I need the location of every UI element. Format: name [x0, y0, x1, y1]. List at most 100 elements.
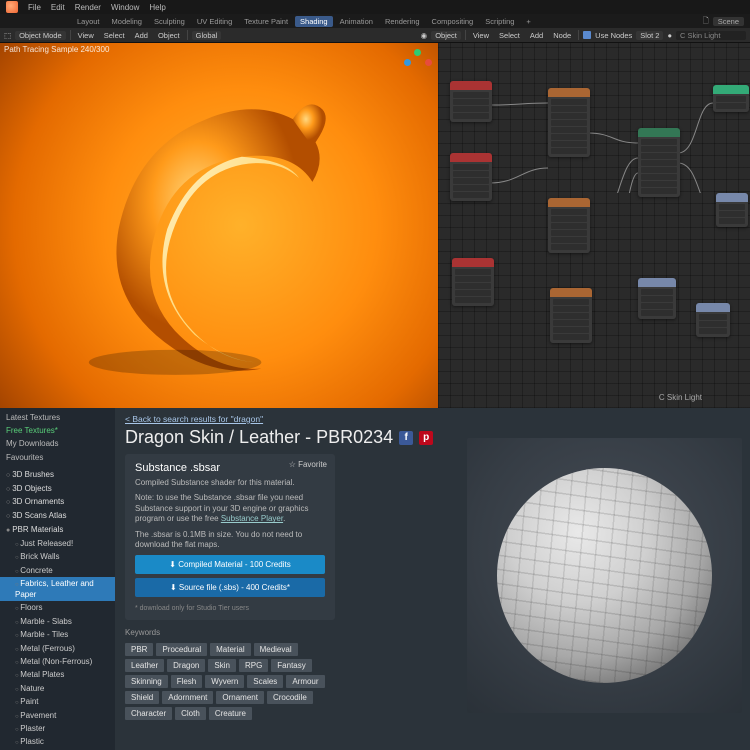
shader-node[interactable]: ​ — [550, 288, 592, 343]
tab-sculpting[interactable]: Sculpting — [149, 16, 190, 27]
scene-name[interactable]: Scene — [713, 17, 744, 26]
keyword-tag[interactable]: Dragon — [167, 659, 205, 672]
keyword-tag[interactable]: Wyvern — [205, 675, 244, 688]
download-source-button[interactable]: Source file (.sbs) - 400 Credits* — [135, 578, 325, 597]
keyword-tag[interactable]: Skinning — [125, 675, 168, 688]
vp-view[interactable]: View — [75, 31, 97, 40]
sidebar-top-item[interactable]: Latest Textures — [0, 411, 115, 424]
sidebar-cat-pbr[interactable]: PBR Materials — [0, 523, 115, 537]
vp-add[interactable]: Add — [132, 31, 151, 40]
favorite-button[interactable]: ☆ Favorite — [289, 460, 327, 469]
slot-dropdown[interactable]: Slot 2 — [636, 31, 663, 40]
tab-modeling[interactable]: Modeling — [107, 16, 147, 27]
back-link[interactable]: < Back to search results for "dragon" — [125, 414, 740, 424]
sidebar-top-item[interactable]: Free Textures* — [0, 424, 115, 437]
keyword-tag[interactable]: Creature — [209, 707, 252, 720]
sidebar-sub-item[interactable]: Plastic — [0, 735, 115, 748]
tab-uvediting[interactable]: UV Editing — [192, 16, 237, 27]
sidebar-top-item[interactable]: Favourites — [0, 451, 115, 464]
tab-shading[interactable]: Shading — [295, 16, 333, 27]
sidebar-cat[interactable]: 3D Scans Atlas — [0, 509, 115, 523]
keyword-tag[interactable]: Adornment — [162, 691, 213, 704]
keyword-tag[interactable]: Character — [125, 707, 172, 720]
use-nodes-checkbox[interactable] — [583, 31, 591, 39]
shader-node[interactable]: ​ — [452, 258, 494, 306]
sidebar-sub-item[interactable]: Metal (Ferrous) — [0, 642, 115, 655]
sidebar-cat[interactable]: 3D Ornaments — [0, 495, 115, 509]
sidebar-sub-item[interactable]: Nature — [0, 682, 115, 695]
tab-rendering[interactable]: Rendering — [380, 16, 425, 27]
node-object[interactable]: Object — [431, 31, 461, 40]
sidebar-cat[interactable]: 3D Brushes — [0, 468, 115, 482]
keyword-tag[interactable]: Skin — [208, 659, 236, 672]
keyword-tag[interactable]: Medieval — [254, 643, 298, 656]
ne-select[interactable]: Select — [496, 31, 523, 40]
keyword-tag[interactable]: Material — [210, 643, 250, 656]
editor-type-icon[interactable]: ⬚ — [4, 31, 11, 40]
sidebar-top-item[interactable]: My Downloads — [0, 437, 115, 450]
material-preview[interactable] — [467, 438, 742, 713]
keyword-tag[interactable]: Procedural — [156, 643, 207, 656]
sidebar-sub-item[interactable]: Pavement — [0, 709, 115, 722]
sidebar-cat[interactable]: 3D Objects — [0, 482, 115, 496]
viewport-3d[interactable]: Path Tracing Sample 240/300 — [0, 43, 438, 408]
ne-view[interactable]: View — [470, 31, 492, 40]
shader-node[interactable]: ​ — [638, 128, 680, 197]
shader-node[interactable]: ​ — [548, 88, 590, 157]
sidebar-sub-item[interactable]: Paint — [0, 695, 115, 708]
substance-player-link[interactable]: Substance Player — [221, 514, 283, 523]
tab-scripting[interactable]: Scripting — [480, 16, 519, 27]
menu-window[interactable]: Window — [111, 3, 139, 12]
ne-node[interactable]: Node — [550, 31, 574, 40]
sidebar-sub-item[interactable]: Brick Walls — [0, 550, 115, 563]
tab-add[interactable]: + — [521, 16, 535, 27]
vp-select[interactable]: Select — [101, 31, 128, 40]
keyword-tag[interactable]: Leather — [125, 659, 164, 672]
sidebar-sub-item[interactable]: Marble - Tiles — [0, 628, 115, 641]
sidebar-sub-item[interactable]: Concrete — [0, 564, 115, 577]
tab-animation[interactable]: Animation — [335, 16, 378, 27]
keyword-tag[interactable]: RPG — [239, 659, 268, 672]
keyword-tag[interactable]: Scales — [247, 675, 283, 688]
tab-layout[interactable]: Layout — [72, 16, 105, 27]
facebook-icon[interactable]: f — [399, 431, 413, 445]
sidebar-sub-item[interactable]: Plaster — [0, 722, 115, 735]
keyword-tag[interactable]: Fantasy — [271, 659, 311, 672]
shader-node[interactable]: ​ — [548, 198, 590, 253]
material-name[interactable]: C Skin Light — [676, 31, 746, 40]
menu-render[interactable]: Render — [75, 3, 101, 12]
keyword-tag[interactable]: Cloth — [175, 707, 206, 720]
shader-node[interactable]: ​ — [638, 278, 676, 319]
shader-node[interactable]: ​ — [716, 193, 748, 227]
download-compiled-button[interactable]: Compiled Material - 100 Credits — [135, 555, 325, 574]
pinterest-icon[interactable]: p — [419, 431, 433, 445]
shader-node[interactable]: ​ — [450, 81, 492, 122]
keyword-tag[interactable]: Crocodile — [267, 691, 313, 704]
node-editor[interactable]: ​ ​ ​ ​ ​ ​ ​ ​ ​ ​ ​ C Skin Light — [438, 43, 750, 408]
keyword-tag[interactable]: PBR — [125, 643, 153, 656]
keyword-tag[interactable]: Armour — [286, 675, 324, 688]
shader-node[interactable]: ​ — [713, 85, 749, 112]
shader-node[interactable]: ​ — [696, 303, 730, 337]
node-editor-icon[interactable]: ◉ — [421, 31, 428, 40]
sidebar-sub-item[interactable]: Just Released! — [0, 537, 115, 550]
axis-gizmo[interactable] — [404, 49, 432, 77]
sidebar-sub-item[interactable]: Metal (Non-Ferrous) — [0, 655, 115, 668]
keyword-tag[interactable]: Ornament — [216, 691, 264, 704]
mode-dropdown[interactable]: Object Mode — [15, 31, 66, 40]
sidebar-sub-item[interactable]: Fabrics, Leather and Paper — [0, 577, 115, 602]
tab-compositing[interactable]: Compositing — [427, 16, 479, 27]
sidebar-sub-item[interactable]: Floors — [0, 601, 115, 614]
vp-object[interactable]: Object — [155, 31, 183, 40]
sidebar-sub-item[interactable]: Metal Plates — [0, 668, 115, 681]
shader-node[interactable]: ​ — [450, 153, 492, 201]
orientation-dropdown[interactable]: Global — [192, 31, 222, 40]
tab-texturepaint[interactable]: Texture Paint — [239, 16, 293, 27]
sidebar-sub-item[interactable]: Marble - Slabs — [0, 615, 115, 628]
ne-add[interactable]: Add — [527, 31, 546, 40]
menu-help[interactable]: Help — [149, 3, 165, 12]
keyword-tag[interactable]: Shield — [125, 691, 159, 704]
menu-file[interactable]: File — [28, 3, 41, 12]
menu-edit[interactable]: Edit — [51, 3, 65, 12]
keyword-tag[interactable]: Flesh — [171, 675, 203, 688]
